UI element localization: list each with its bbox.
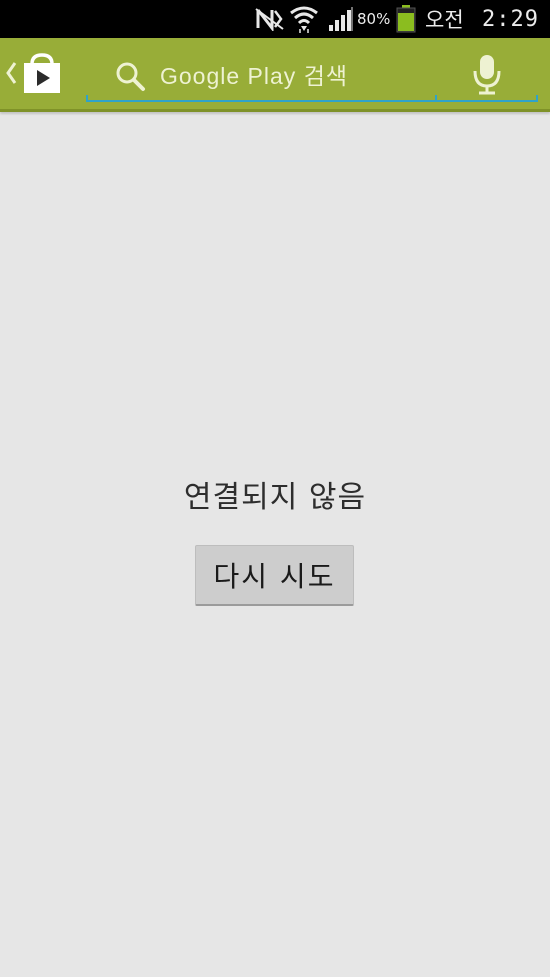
status-bar: 80% 오전 2:29 — [0, 0, 550, 38]
search-underline — [86, 100, 538, 102]
signal-icon — [328, 0, 356, 38]
status-time: 2:29 — [482, 6, 539, 32]
wifi-icon — [289, 0, 319, 38]
play-store-logo-icon[interactable] — [20, 52, 64, 94]
search-icon — [114, 60, 146, 92]
search-hint[interactable]: Google Play 검색 — [160, 60, 348, 92]
up-caret-icon[interactable] — [5, 61, 17, 85]
battery-icon — [396, 0, 416, 38]
search-underline-tick — [536, 95, 538, 102]
search-underline-tick — [86, 95, 88, 102]
connection-error-message: 연결되지 않음 — [183, 480, 367, 515]
content-area: 연결되지 않음 다시 시도 — [0, 112, 550, 977]
search-box[interactable]: Google Play 검색 — [86, 50, 538, 102]
microphone-icon — [472, 54, 502, 96]
search-underline-tick — [435, 95, 437, 102]
app-bar: Google Play 검색 — [0, 38, 550, 112]
voice-search-button[interactable] — [436, 50, 538, 100]
status-ampm: 오전 — [425, 8, 464, 32]
nfc-icon — [255, 0, 285, 38]
battery-percent: 80% — [357, 10, 391, 28]
retry-button[interactable]: 다시 시도 — [195, 545, 354, 606]
